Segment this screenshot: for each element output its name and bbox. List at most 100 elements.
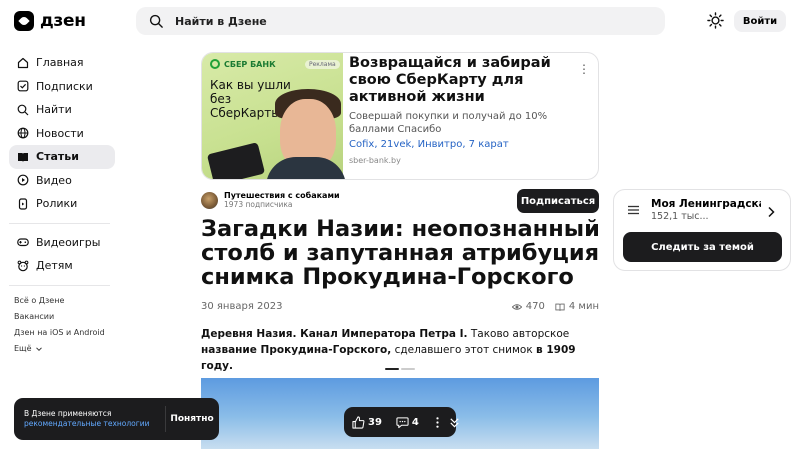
- toast-accept-button[interactable]: Понятно: [167, 406, 217, 432]
- sidebar-item-label: Подписки: [36, 79, 93, 93]
- topic-card: Моя Ленинградская... 152,1 тыс... Следит…: [613, 189, 791, 271]
- ad-image: СБЕР БАНК Реклама Как вы ушли без СберКа…: [202, 53, 346, 179]
- lead-part-1: Деревня Назия. Канал Императора Петра I.: [201, 328, 468, 340]
- sidebar-item-search[interactable]: Найти: [9, 98, 115, 122]
- pager-dot-active: [385, 368, 399, 370]
- home-icon: [17, 57, 29, 68]
- channel-info[interactable]: Путешествия с собаками 1973 подписчика: [201, 191, 340, 209]
- zen-logo-icon: [14, 11, 34, 31]
- sidebar-item-news[interactable]: Новости: [9, 122, 115, 146]
- article-stats: 470 4 мин: [511, 301, 599, 312]
- ad-more-icon[interactable]: ⋮: [578, 62, 590, 76]
- sidebar-item-label: Ролики: [36, 197, 78, 211]
- search-bar[interactable]: Найти в Дзене: [136, 7, 665, 35]
- double-chevron-down-icon: [450, 417, 459, 428]
- menu-icon: [628, 205, 639, 215]
- toast-link[interactable]: рекомендательные технологии: [24, 419, 149, 428]
- toast-divider: [165, 406, 166, 432]
- search-icon: [149, 14, 163, 28]
- sidebar-item-video[interactable]: Видео: [9, 169, 115, 193]
- comment-count: 4: [411, 416, 419, 428]
- lead-part-2: Таково авторское: [467, 328, 570, 340]
- sidebar-item-home[interactable]: Главная: [9, 51, 115, 75]
- toast-message: В Дзене применяются: [24, 409, 112, 418]
- comment-icon: [396, 416, 409, 428]
- follow-topic-button[interactable]: Следить за темой: [623, 232, 782, 262]
- channel-name[interactable]: Путешествия с собаками: [224, 191, 340, 200]
- theme-toggle-icon[interactable]: [707, 12, 724, 29]
- like-button[interactable]: 39: [352, 415, 382, 429]
- scroll-down-button[interactable]: [448, 416, 461, 429]
- sidebar-item-label: Видео: [36, 173, 72, 187]
- person-body: [266, 157, 346, 179]
- thumbs-up-icon: [352, 415, 365, 429]
- sidebar-item-shorts[interactable]: Ролики: [9, 192, 115, 216]
- sidebar-item-label: Главная: [36, 56, 84, 70]
- channel-text: Путешествия с собаками 1973 подписчика: [224, 191, 340, 209]
- sidebar-item-label: Видеоигры: [36, 235, 101, 249]
- topic-name: Моя Ленинградская...: [651, 198, 761, 210]
- sidebar-item-label: Статьи: [36, 150, 79, 164]
- more-link[interactable]: Ещё: [14, 341, 115, 357]
- topic-count: 152,1 тыс...: [651, 211, 709, 222]
- ad-brand: СБЕР БАНК: [210, 59, 276, 69]
- comments-button[interactable]: 4: [396, 416, 419, 429]
- sidebar-divider: [9, 284, 110, 286]
- sidebar-item-label: Найти: [36, 103, 72, 117]
- sidebar-divider: [9, 222, 110, 224]
- ad-domain[interactable]: sber-bank.by: [349, 156, 579, 165]
- sber-logo-icon: [210, 59, 220, 69]
- ad-title[interactable]: Возвращайся и забирай свою СберКарту для…: [349, 55, 579, 106]
- article-meta: 30 января 2023 470 4 мин: [201, 301, 599, 312]
- chevron-down-icon: [35, 346, 42, 351]
- more-label: Ещё: [14, 344, 32, 353]
- ad-body: Возвращайся и забирай свою СберКарту для…: [349, 55, 579, 165]
- topic-texts: Моя Ленинградская... 152,1 тыс...: [651, 198, 761, 222]
- vacancies-link[interactable]: Вакансии: [14, 309, 115, 325]
- article-title: Загадки Назии: неопознанный столб и запу…: [201, 216, 600, 290]
- sidebar-item-articles[interactable]: Статьи: [9, 145, 115, 169]
- ad-description: Совершай покупки и получай до 10% баллам…: [349, 111, 548, 135]
- gamepad-icon: [17, 238, 29, 247]
- article-lead: Деревня Назия. Канал Императора Петра I.…: [201, 326, 599, 374]
- ad-tag: Реклама: [305, 60, 340, 69]
- bank-card-image: [206, 142, 266, 179]
- sidebar-item-subscriptions[interactable]: Подписки: [9, 75, 115, 99]
- article-action-bar: 39 4: [344, 407, 459, 437]
- logo-text: дзен: [40, 11, 86, 31]
- zen-logo[interactable]: дзен: [14, 11, 86, 31]
- cookie-toast: В Дзене применяются рекомендательные тех…: [14, 398, 219, 440]
- subscriptions-icon: [17, 80, 29, 92]
- article-date: 30 января 2023: [201, 301, 283, 312]
- toast-text: В Дзене применяются рекомендательные тех…: [24, 409, 164, 429]
- views-count: 470: [525, 301, 545, 312]
- ad-links[interactable]: Cofix, 21vek, Инвитро, 7 карат: [349, 139, 579, 150]
- subscribe-button[interactable]: Подписаться: [517, 189, 599, 213]
- sidebar-item-videogames[interactable]: Видеоигры: [9, 231, 115, 255]
- login-button[interactable]: Войти: [734, 10, 786, 32]
- chevron-right-icon[interactable]: [766, 206, 776, 218]
- sidebar: Главная Подписки Найти Новости Статьи Ви…: [9, 51, 115, 357]
- more-actions-button[interactable]: [431, 416, 444, 429]
- image-pager: [385, 368, 415, 370]
- kids-icon: [17, 260, 29, 272]
- search-icon: [17, 104, 29, 116]
- video-icon: [17, 174, 29, 186]
- sidebar-item-label: Новости: [36, 126, 84, 140]
- news-icon: [17, 127, 29, 139]
- about-link[interactable]: Всё о Дзене: [14, 293, 115, 309]
- articles-icon: [18, 152, 28, 162]
- lead-part-4: сделавшего этот снимок: [391, 344, 537, 356]
- read-time: 4 мин: [568, 301, 599, 312]
- book-icon: [555, 303, 565, 311]
- shorts-icon: [18, 198, 28, 210]
- like-count: 39: [368, 416, 382, 428]
- topic-row[interactable]: Моя Ленинградская... 152,1 тыс...: [614, 198, 790, 222]
- sidebar-item-label: Детям: [36, 259, 73, 273]
- channel-subscribers: 1973 подписчика: [224, 200, 293, 209]
- sidebar-item-kids[interactable]: Детям: [9, 254, 115, 278]
- channel-avatar[interactable]: [201, 191, 218, 209]
- ad-brand-text: СБЕР БАНК: [224, 59, 276, 69]
- ad-banner[interactable]: СБЕР БАНК Реклама Как вы ушли без СберКа…: [201, 52, 599, 180]
- apps-link[interactable]: Дзен на iOS и Android: [14, 325, 115, 341]
